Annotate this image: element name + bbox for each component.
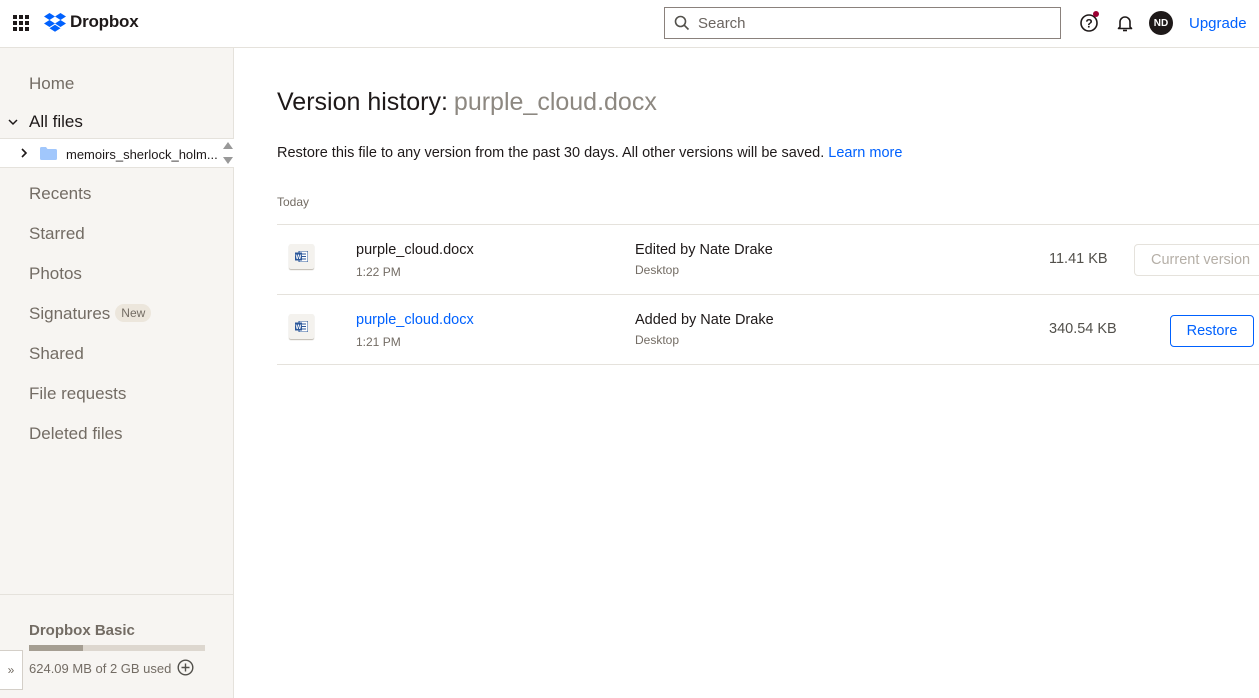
sidebar-item-file-requests[interactable]: File requests	[29, 384, 126, 404]
version-row: W purple_cloud.docx 1:21 PM Added by Nat…	[277, 295, 1259, 365]
storage-usage-text: 624.09 MB of 2 GB used	[29, 661, 172, 676]
notification-dot	[1093, 11, 1099, 17]
sidebar-item-photos[interactable]: Photos	[29, 264, 82, 284]
description: Restore this file to any version from th…	[277, 145, 902, 161]
svg-text:W: W	[296, 255, 302, 261]
scroll-down-arrow[interactable]	[223, 157, 233, 164]
help-button[interactable]: ?	[1079, 11, 1099, 33]
search-box[interactable]	[664, 7, 1061, 39]
version-time: 1:21 PM	[356, 335, 401, 349]
chevron-down-icon[interactable]	[7, 116, 19, 128]
folder-icon	[40, 147, 57, 160]
version-device: Desktop	[635, 263, 680, 277]
sidebar-item-home[interactable]: Home	[29, 74, 74, 94]
title-filename: purple_cloud.docx	[453, 88, 657, 116]
collapse-sidebar-button[interactable]: »	[0, 650, 23, 690]
word-file-icon: W	[289, 244, 314, 269]
learn-more-link[interactable]: Learn more	[828, 145, 902, 161]
new-badge: New	[115, 304, 152, 322]
scroll-up-arrow[interactable]	[223, 142, 233, 149]
upgrade-link[interactable]: Upgrade	[1189, 15, 1247, 32]
app-grid-icon[interactable]	[13, 15, 29, 31]
sidebar-item-starred[interactable]: Starred	[29, 224, 85, 244]
logo-text: Dropbox	[70, 12, 139, 31]
bell-icon	[1117, 16, 1133, 32]
sidebar: Home All files memoirs_sherlock_holm... …	[0, 48, 234, 698]
sidebar-item-recents[interactable]: Recents	[29, 184, 91, 204]
version-size: 340.54 KB	[1049, 321, 1117, 337]
current-version-button: Current version	[1134, 244, 1259, 276]
version-action: Edited by Nate Drake	[635, 242, 773, 258]
sidebar-item-shared[interactable]: Shared	[29, 344, 84, 364]
notifications-button[interactable]	[1115, 13, 1135, 33]
plan-name: Dropbox Basic	[29, 622, 135, 639]
sidebar-item-label: Signatures	[29, 304, 111, 323]
folder-name: memoirs_sherlock_holm...	[66, 147, 218, 162]
svg-text:?: ?	[1085, 17, 1092, 31]
storage-bar	[29, 645, 205, 651]
sidebar-item-signatures[interactable]: Signatures New	[29, 304, 152, 324]
version-list: W purple_cloud.docx 1:22 PM Edited by Na…	[277, 224, 1259, 365]
version-filename: purple_cloud.docx	[356, 242, 474, 258]
chevron-right-icon[interactable]	[20, 148, 28, 158]
user-avatar[interactable]: ND	[1149, 11, 1173, 35]
date-group-label: Today	[277, 195, 310, 209]
word-file-icon: W	[289, 314, 314, 339]
storage-bar-fill	[29, 645, 83, 651]
top-bar: Dropbox ? ND Upgrade	[0, 0, 1259, 48]
version-size: 11.41 KB	[1049, 251, 1108, 267]
storage-panel: Dropbox Basic 624.09 MB of 2 GB used	[0, 594, 233, 698]
version-device: Desktop	[635, 333, 680, 347]
sidebar-item-all-files[interactable]: All files	[29, 112, 83, 132]
dropbox-logo[interactable]: Dropbox	[44, 12, 139, 32]
title-prefix: Version history:	[277, 88, 448, 116]
version-action: Added by Nate Drake	[635, 312, 774, 328]
restore-button[interactable]: Restore	[1170, 315, 1254, 347]
version-filename-link[interactable]: purple_cloud.docx	[356, 312, 474, 328]
version-time: 1:22 PM	[356, 265, 401, 279]
main-content: Version history: purple_cloud.docx Restor…	[235, 48, 1259, 698]
search-input[interactable]	[698, 14, 1038, 32]
search-icon	[674, 15, 690, 31]
page-title: Version history: purple_cloud.docx	[277, 88, 657, 117]
sidebar-item-deleted-files[interactable]: Deleted files	[29, 424, 123, 444]
dropbox-box-icon	[44, 12, 66, 32]
add-storage-icon[interactable]	[177, 659, 194, 676]
svg-text:W: W	[296, 325, 302, 331]
folder-tree-item[interactable]: memoirs_sherlock_holm...	[0, 138, 234, 168]
version-row: W purple_cloud.docx 1:22 PM Edited by Na…	[277, 225, 1259, 295]
description-text: Restore this file to any version from th…	[277, 145, 825, 161]
